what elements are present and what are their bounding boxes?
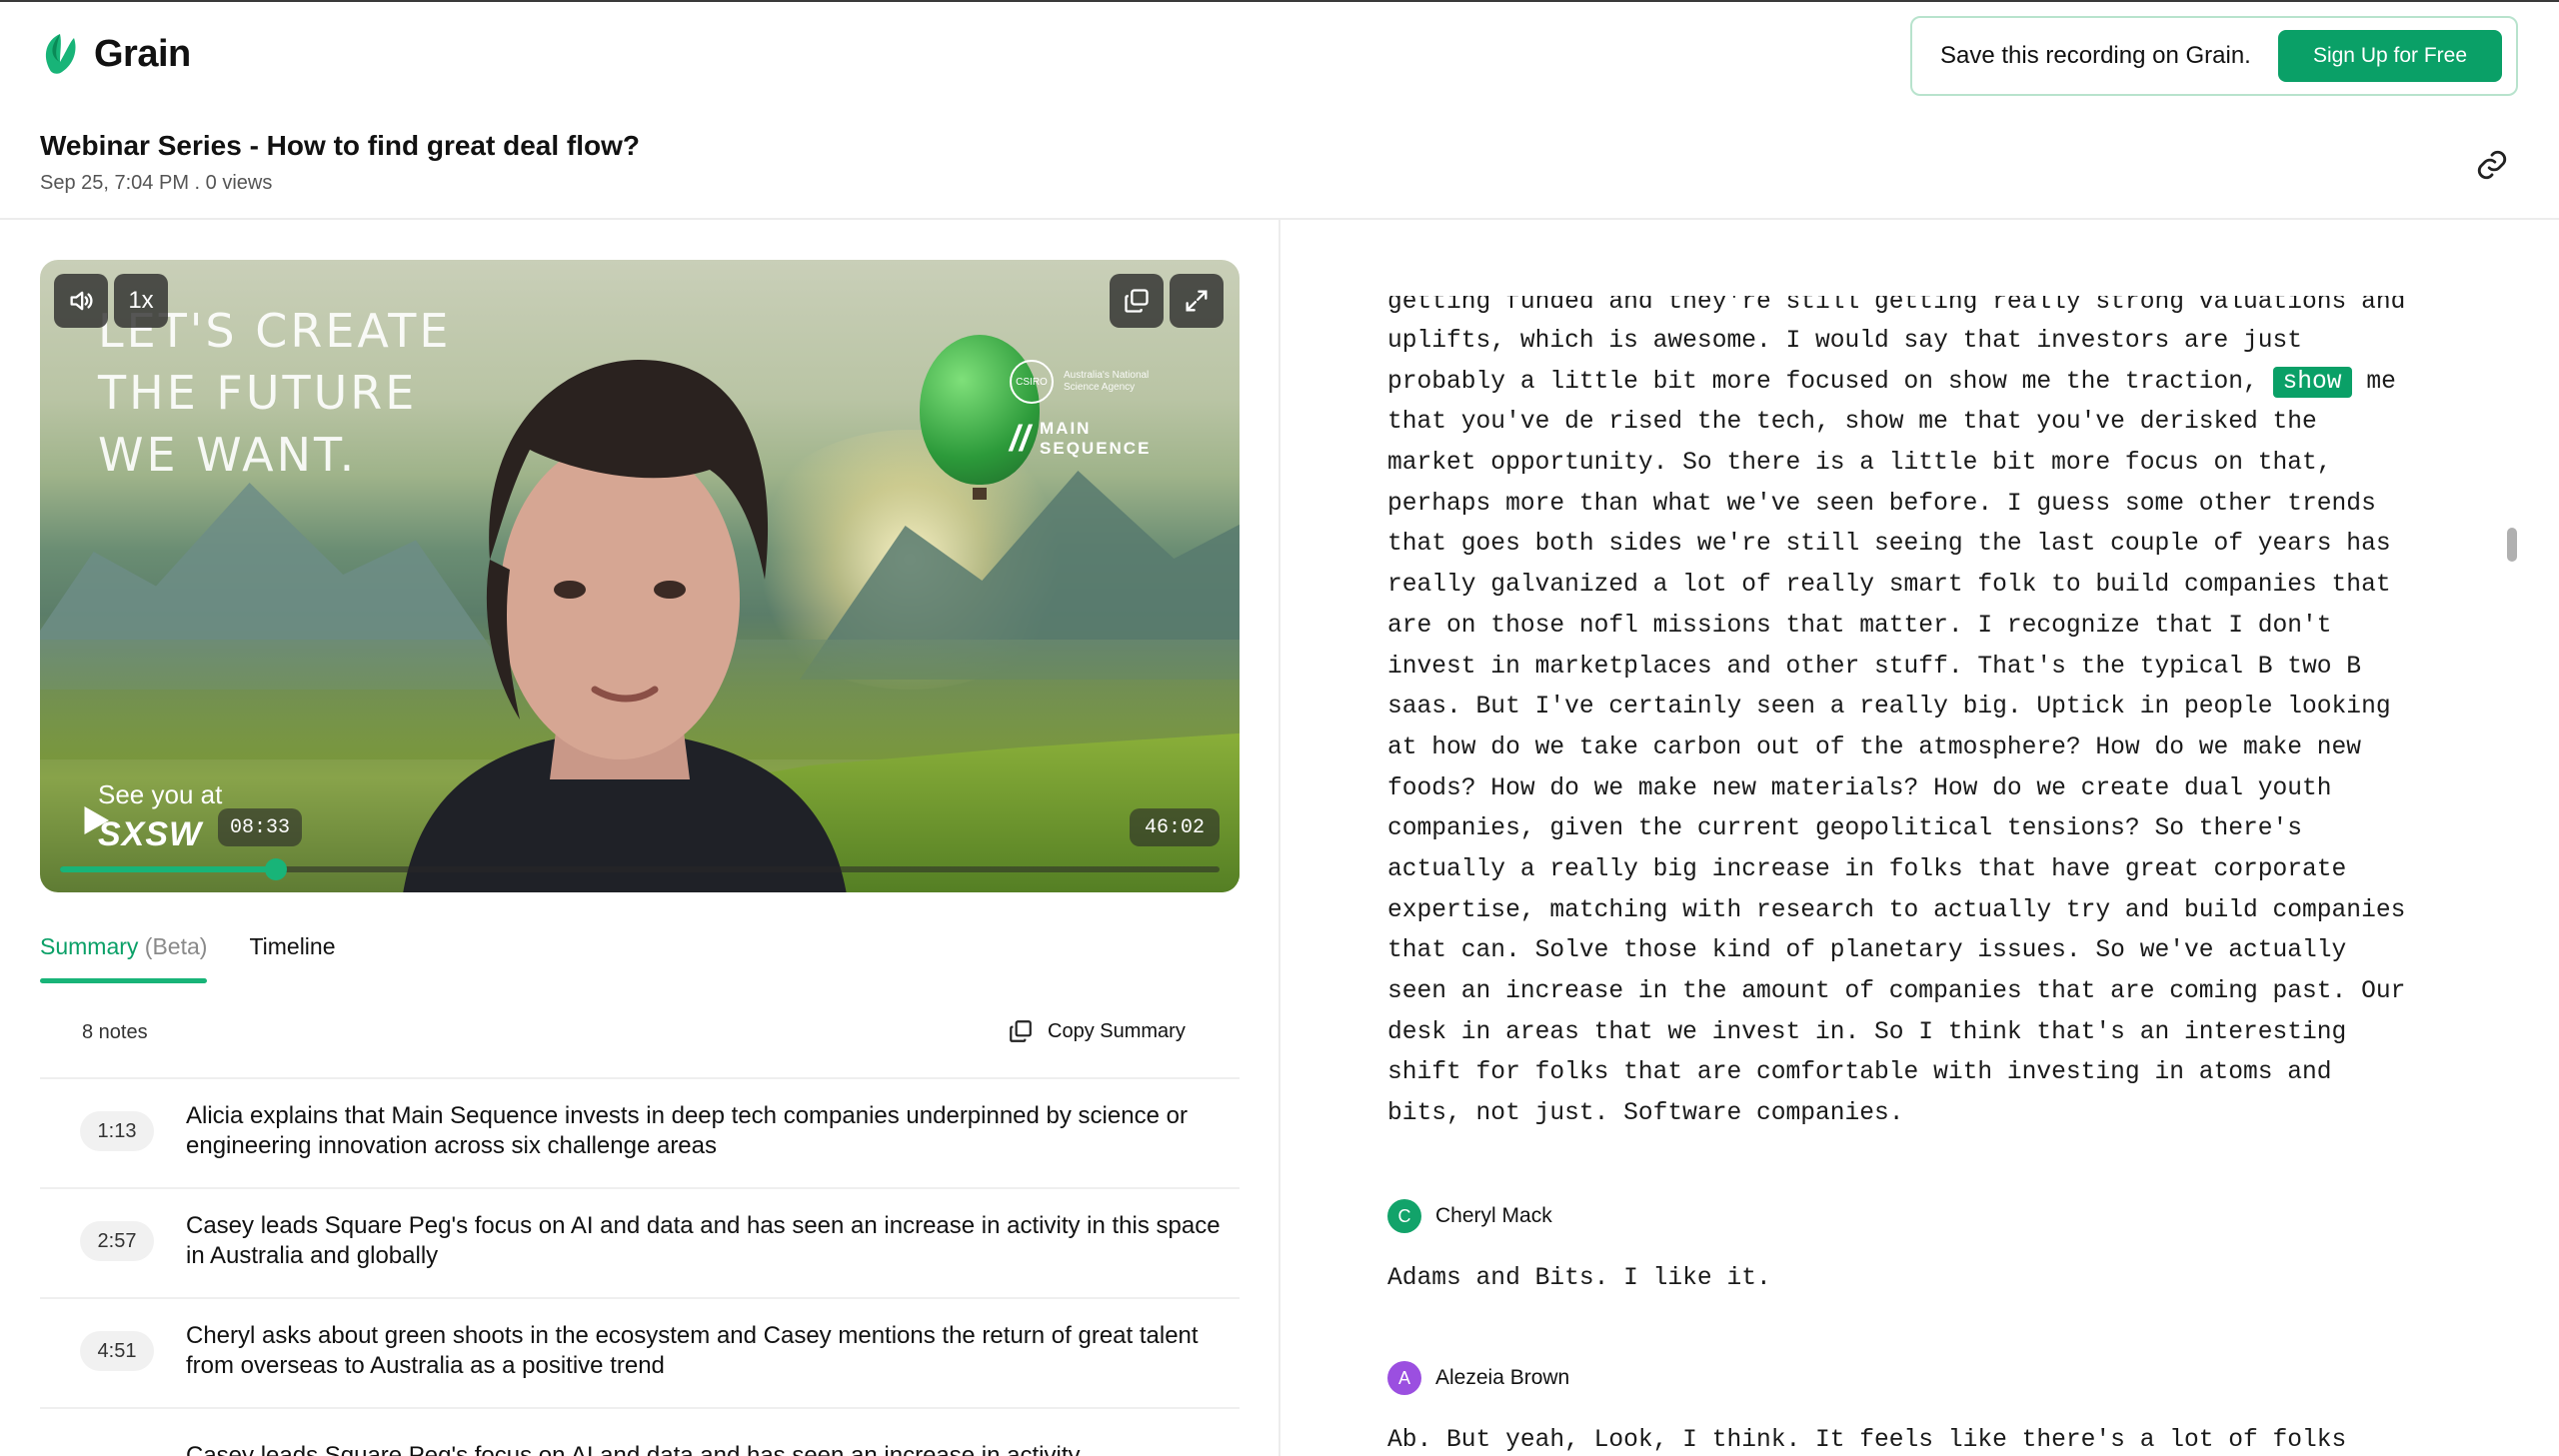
transcript-line: probably a little bit more focused on sh… <box>1387 366 2396 398</box>
transcript-line: Ab. But yeah, Look, I think. It feels li… <box>1387 1427 2347 1454</box>
grain-leaf-icon <box>45 34 76 74</box>
video-background-see-you: See you at <box>98 779 223 809</box>
summary-note[interactable]: 4:51 Cheryl asks about green shoots in t… <box>40 1297 1240 1407</box>
transcript-line: expertise, matching with research to act… <box>1387 896 2406 924</box>
transcript-line: perhaps more than what we've seen before… <box>1387 490 2376 518</box>
video-background-logos: CSIRO Australia's National Science Agenc… <box>1010 360 1151 460</box>
transcript-line: actually a really big increase in folks … <box>1387 855 2347 883</box>
transcript-line: shift for folks that are comfortable wit… <box>1387 1059 2332 1087</box>
note-timestamp[interactable]: 1:13 <box>80 1111 154 1151</box>
notes-count: 8 notes <box>82 1021 148 1043</box>
avatar: C <box>1387 1199 1421 1233</box>
transcript-line: really galvanized a lot of really smart … <box>1387 572 2391 600</box>
sign-up-button[interactable]: Sign Up for Free <box>2278 30 2502 82</box>
note-timestamp[interactable]: 2:57 <box>80 1221 154 1261</box>
signup-banner-text: Save this recording on Grain. <box>1940 42 2251 69</box>
transcript-scrollbar[interactable] <box>2507 528 2517 562</box>
window-top-border <box>0 0 2559 2</box>
highlighted-word[interactable]: show <box>2272 366 2352 398</box>
volume-icon <box>70 291 93 311</box>
note-text: Alicia explains that Main Sequence inves… <box>186 1102 1188 1159</box>
video-player[interactable]: LET'S CREATE THE FUTURE WE WANT. CSIRO A… <box>40 260 1240 892</box>
transcript-line: invest in marketplaces and other stuff. … <box>1387 653 2362 681</box>
brand-name: Grain <box>94 32 191 75</box>
progress-track[interactable] <box>60 858 1220 880</box>
grain-logo[interactable]: Grain <box>40 32 191 76</box>
progress-handle[interactable] <box>264 858 287 880</box>
csiro-logo: CSIRO <box>1010 360 1054 404</box>
transcript-line: market opportunity. So there is a little… <box>1387 450 2332 478</box>
avatar: A <box>1387 1361 1421 1395</box>
copy-link-icon[interactable] <box>2475 148 2509 182</box>
speaker-name: Alezeia Brown <box>1435 1366 1570 1389</box>
play-icon[interactable] <box>74 799 116 841</box>
video-speaker <box>403 360 847 892</box>
transcript-line: Adams and Bits. I like it. <box>1387 1265 1771 1292</box>
speaker-alezeia[interactable]: A Alezeia Brown <box>1387 1361 1569 1395</box>
note-text: Casey leads Square Peg's focus on AI and… <box>186 1212 1221 1269</box>
current-time: 08:33 <box>218 808 302 846</box>
recording-title: Webinar Series - How to find great deal … <box>40 130 641 161</box>
transcript-line: desk in areas that we invest in. So I th… <box>1387 1018 2347 1046</box>
transcript-line: uplifts, which is awesome. I would say t… <box>1387 328 2303 355</box>
transcript-line: that goes both sides we're still seeing … <box>1387 531 2391 559</box>
copy-summary-button[interactable]: Copy Summary <box>1008 1018 1186 1044</box>
note-divider <box>40 1407 1240 1409</box>
recording-meta: Sep 25, 7:04 PM . 0 views <box>40 172 273 194</box>
transcript-line: that can. Solve those kind of planetary … <box>1387 937 2347 965</box>
signup-banner: Save this recording on Grain. Sign Up fo… <box>1910 16 2518 96</box>
summary-tabs: Summary (Beta) Timeline <box>40 933 336 983</box>
summary-note[interactable]: 2:57 Casey leads Square Peg's focus on A… <box>40 1187 1240 1297</box>
transcript-line: are on those nofl missions that matter. … <box>1387 612 2332 640</box>
note-timestamp[interactable]: 4:51 <box>80 1331 154 1371</box>
transcript-line: seen an increase in the amount of compan… <box>1387 978 2406 1005</box>
expand-icon <box>1186 290 1208 312</box>
duration: 46:02 <box>1130 808 1220 846</box>
speaker-cheryl[interactable]: C Cheryl Mack <box>1387 1199 1552 1233</box>
main-sequence-mark: // <box>1010 418 1031 459</box>
transcript-body: uplifts, which is awesome. I would say t… <box>1387 290 2407 1135</box>
picture-in-picture-icon <box>1125 289 1149 313</box>
summary-note-partial[interactable]: Casey leads Square Peg's focus on AI and… <box>186 1435 1226 1456</box>
copy-summary-label: Copy Summary <box>1048 1019 1186 1042</box>
fullscreen-button[interactable] <box>1170 274 1224 328</box>
transcript-line: that you've de rised the tech, show me t… <box>1387 409 2317 437</box>
playback-speed-button[interactable]: 1x <box>114 274 168 328</box>
transcript-line: saas. But I've certainly seen a really b… <box>1387 694 2391 722</box>
progress-fill <box>60 866 276 872</box>
video-balloon-basket <box>973 488 987 500</box>
transcript-line: bits, not just. Software companies. <box>1387 1100 1904 1128</box>
note-text: Cheryl asks about green shoots in the ec… <box>186 1322 1199 1379</box>
transcript-line: at how do we take carbon out of the atmo… <box>1387 733 2362 761</box>
tab-summary-label: Summary <box>40 933 139 959</box>
copy-icon <box>1010 1020 1032 1042</box>
tab-timeline[interactable]: Timeline <box>249 933 335 983</box>
transcript-line: foods? How do we make new materials? How… <box>1387 774 2332 802</box>
volume-button[interactable] <box>54 274 108 328</box>
column-divider <box>1279 220 1280 1456</box>
picture-in-picture-button[interactable] <box>1110 274 1164 328</box>
speaker-name: Cheryl Mack <box>1435 1204 1552 1227</box>
summary-note[interactable]: 1:13 Alicia explains that Main Sequence … <box>40 1077 1240 1187</box>
main-sequence-name: MAIN SEQUENCE <box>1040 419 1152 458</box>
transcript-line: companies, given the current geopolitica… <box>1387 815 2303 843</box>
tab-summary[interactable]: Summary (Beta) <box>40 933 208 983</box>
tab-summary-beta: (Beta) <box>144 933 208 959</box>
